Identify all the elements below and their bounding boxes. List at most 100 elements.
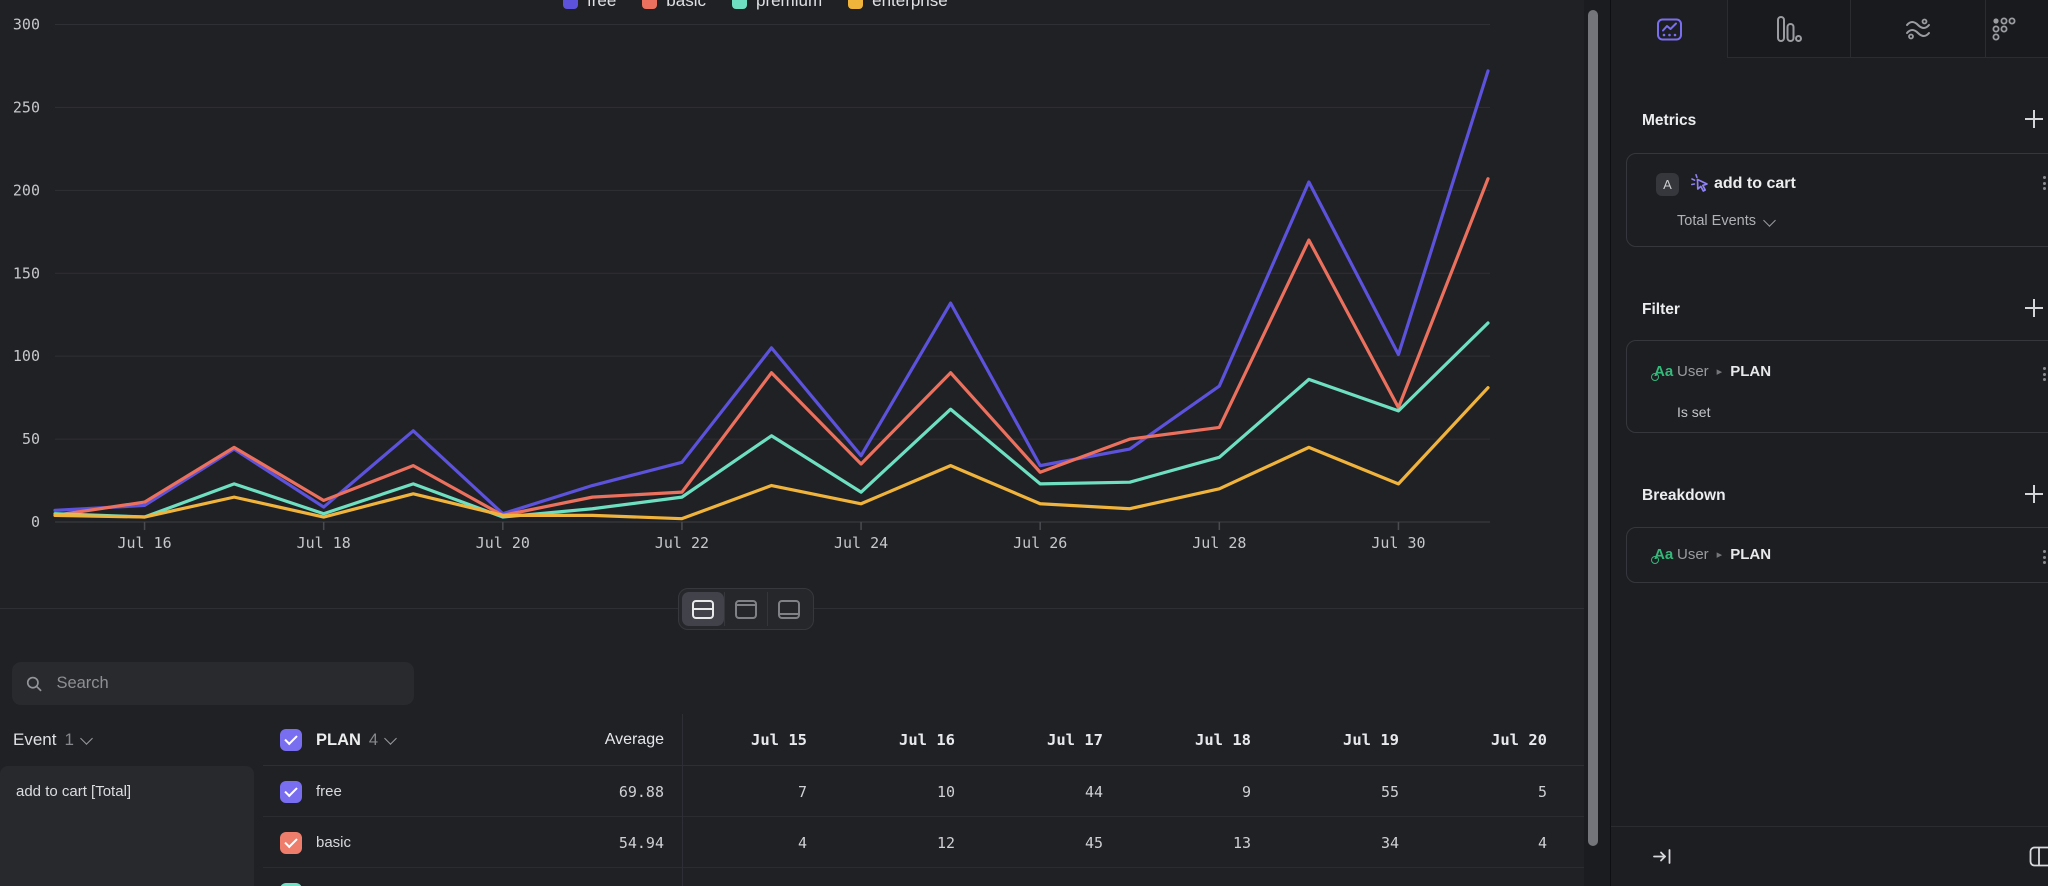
scrollbar-thumb[interactable] — [1588, 10, 1598, 846]
svg-text:50: 50 — [22, 430, 40, 448]
average-value: 69.88 — [563, 783, 682, 801]
svg-text:200: 200 — [13, 181, 40, 199]
legend-swatch — [563, 0, 578, 9]
row-checkbox[interactable] — [280, 781, 302, 803]
property-group-label: User — [1677, 546, 1709, 563]
line-chart-icon — [1656, 16, 1683, 43]
series-name: basic — [316, 834, 563, 851]
table-header-row: Event 1 PLAN 4 Average Jul 15Jul 16Jul 1… — [0, 714, 1584, 766]
text-property-icon: Aa — [1654, 363, 1673, 380]
chart-type-tabs — [1611, 0, 2048, 58]
breakdown-card[interactable]: Aa User ▸ PLAN — [1626, 527, 2048, 583]
legend-swatch — [848, 0, 863, 9]
metric-options-button[interactable] — [2039, 172, 2048, 194]
config-sidebar: Metrics A add to cart Total Events Filte… — [1611, 0, 2048, 886]
series-line-free — [55, 71, 1488, 514]
scrollbar-track — [1584, 0, 1611, 886]
measure-label: Total Events — [1677, 213, 1756, 229]
row-checkbox[interactable] — [280, 883, 302, 886]
layout-table-button[interactable] — [767, 592, 810, 626]
chart-view-icon — [735, 600, 757, 619]
filter-property: User ▸ PLAN — [1677, 363, 1771, 380]
legend-label: enterprise — [872, 0, 948, 11]
analytics-app: free basic premium enterprise 0501001502… — [0, 0, 2048, 886]
series-line-premium — [55, 323, 1488, 517]
date-value: 13 — [1109, 834, 1257, 852]
layout-chart-button[interactable] — [724, 592, 767, 626]
tab-line-chart[interactable] — [1611, 0, 1727, 58]
tab-more-chart-types[interactable] — [1985, 0, 2048, 58]
filter-section-title: Filter — [1642, 301, 1680, 319]
legend-swatch — [642, 0, 657, 9]
svg-text:Jul 24: Jul 24 — [834, 534, 888, 552]
search-icon — [26, 675, 42, 693]
legend-label: premium — [756, 0, 822, 11]
series-name: free — [316, 783, 563, 800]
date-column-header: Jul 16 — [813, 731, 961, 749]
collapse-panel-icon[interactable] — [1652, 847, 1674, 866]
legend-item[interactable]: premium — [732, 0, 822, 11]
split-panel-icon[interactable] — [2029, 846, 2048, 867]
text-property-icon: Aa — [1654, 546, 1673, 563]
date-value: 12 — [813, 834, 961, 852]
svg-text:300: 300 — [13, 16, 40, 34]
filter-card[interactable]: Aa User ▸ PLAN Is set — [1626, 340, 2048, 433]
date-column-header: Jul 18 — [1109, 731, 1257, 749]
date-value: 4 — [682, 834, 813, 852]
date-value: 4 — [1405, 834, 1553, 852]
chevron-down-icon — [384, 732, 397, 745]
legend-item[interactable]: enterprise — [848, 0, 948, 11]
search-input[interactable] — [54, 673, 400, 694]
tab-bar-chart[interactable] — [1727, 0, 1850, 58]
plan-column-header[interactable]: PLAN 4 — [316, 731, 563, 750]
metrics-section-title: Metrics — [1642, 112, 1696, 130]
breakdown-section-title: Breakdown — [1642, 487, 1726, 505]
legend-label: free — [587, 0, 616, 11]
property-name-label: PLAN — [1730, 363, 1771, 380]
filter-condition[interactable]: Is set — [1677, 404, 1710, 420]
add-metric-button[interactable] — [2023, 108, 2045, 130]
date-column-header: Jul 19 — [1257, 731, 1405, 749]
metric-event-name: add to cart — [1714, 175, 1796, 193]
svg-text:250: 250 — [13, 98, 40, 116]
breadcrumb-arrow-icon: ▸ — [1717, 365, 1723, 378]
add-breakdown-button[interactable] — [2023, 483, 2045, 505]
date-value: 55 — [1257, 783, 1405, 801]
filter-options-button[interactable] — [2039, 363, 2048, 385]
chart-legend: free basic premium enterprise — [563, 0, 948, 11]
svg-text:Jul 28: Jul 28 — [1192, 534, 1246, 552]
property-group-label: User — [1677, 363, 1709, 380]
date-column-header: Jul 15 — [682, 731, 813, 749]
search-box[interactable] — [12, 662, 414, 705]
metric-card[interactable]: A add to cart Total Events — [1626, 153, 2048, 247]
legend-item[interactable]: basic — [642, 0, 706, 11]
legend-item[interactable]: free — [563, 0, 616, 11]
date-value: 34 — [1257, 834, 1405, 852]
series-line-enterprise — [55, 388, 1488, 519]
svg-text:Jul 18: Jul 18 — [297, 534, 351, 552]
legend-label: basic — [666, 0, 706, 11]
chevron-down-icon — [80, 732, 93, 745]
svg-text:Jul 20: Jul 20 — [476, 534, 530, 552]
date-value: 45 — [961, 834, 1109, 852]
row-checkbox[interactable] — [280, 832, 302, 854]
stream-chart-icon — [1904, 16, 1932, 42]
layout-split-button[interactable] — [682, 592, 724, 626]
add-filter-button[interactable] — [2023, 297, 2045, 319]
event-column-header[interactable]: Event 1 — [0, 730, 280, 750]
date-column-header: Jul 17 — [961, 731, 1109, 749]
plan-select-all-checkbox[interactable] — [280, 729, 302, 751]
date-value: 9 — [1109, 783, 1257, 801]
measure-dropdown[interactable]: Total Events — [1677, 213, 1774, 229]
sidebar-footer — [1611, 826, 2048, 886]
event-row-label: add to cart [Total] — [0, 766, 254, 800]
tab-stream-chart[interactable] — [1850, 0, 1985, 58]
table-view-icon — [778, 600, 800, 619]
legend-swatch — [732, 0, 747, 9]
date-value: 44 — [961, 783, 1109, 801]
date-value: 5 — [1405, 783, 1553, 801]
svg-text:150: 150 — [13, 264, 40, 282]
breakdown-options-button[interactable] — [2039, 546, 2048, 568]
table-column-divider — [682, 714, 683, 886]
svg-text:Jul 30: Jul 30 — [1371, 534, 1425, 552]
